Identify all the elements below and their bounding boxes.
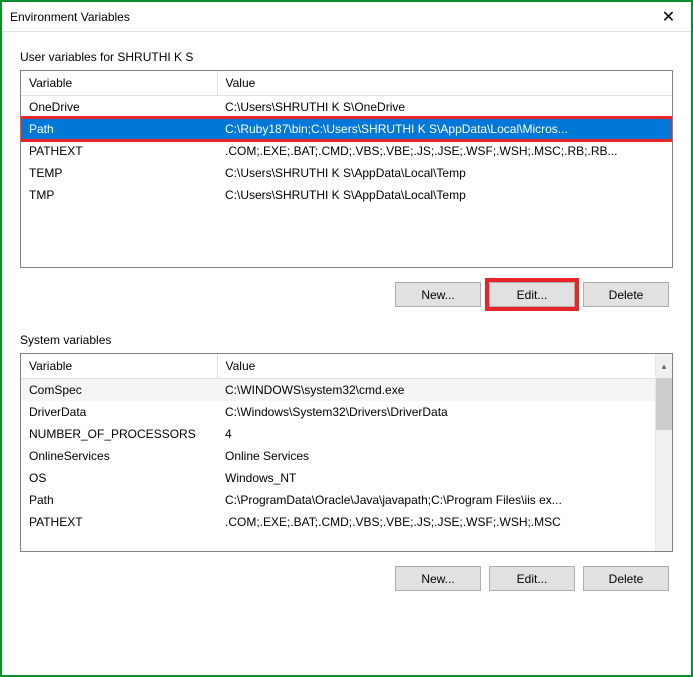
scrollbar-thumb[interactable] <box>656 378 672 430</box>
table-row[interactable]: TMP C:\Users\SHRUTHI K S\AppData\Local\T… <box>21 184 672 206</box>
table-row[interactable]: Path C:\Ruby187\bin;C:\Users\SHRUTHI K S… <box>21 118 672 140</box>
user-vars-table[interactable]: Variable Value OneDrive C:\Users\SHRUTHI… <box>20 70 673 268</box>
user-delete-button[interactable]: Delete <box>583 282 669 307</box>
table-row[interactable]: OneDrive C:\Users\SHRUTHI K S\OneDrive <box>21 95 672 118</box>
system-button-row: New... Edit... Delete <box>20 566 673 591</box>
table-row[interactable]: PATHEXT .COM;.EXE;.BAT;.CMD;.VBS;.VBE;.J… <box>21 511 672 533</box>
table-row[interactable]: OnlineServices Online Services <box>21 445 672 467</box>
col-header-value[interactable]: Value <box>217 354 672 378</box>
user-new-button[interactable]: New... <box>395 282 481 307</box>
dialog-content: User variables for SHRUTHI K S Variable … <box>2 32 691 601</box>
user-edit-button[interactable]: Edit... <box>489 282 575 307</box>
system-delete-button[interactable]: Delete <box>583 566 669 591</box>
user-vars-label: User variables for SHRUTHI K S <box>20 50 673 64</box>
user-table-header[interactable]: Variable Value <box>21 71 672 95</box>
system-vars-table[interactable]: Variable Value ComSpec C:\WINDOWS\system… <box>20 353 673 552</box>
table-row[interactable]: Path C:\ProgramData\Oracle\Java\javapath… <box>21 489 672 511</box>
system-new-button[interactable]: New... <box>395 566 481 591</box>
titlebar: Environment Variables ✕ <box>2 2 691 32</box>
table-row[interactable]: TEMP C:\Users\SHRUTHI K S\AppData\Local\… <box>21 162 672 184</box>
col-header-variable[interactable]: Variable <box>21 354 217 378</box>
system-vars-label: System variables <box>20 333 673 347</box>
system-edit-button[interactable]: Edit... <box>489 566 575 591</box>
table-row[interactable]: ComSpec C:\WINDOWS\system32\cmd.exe <box>21 379 672 401</box>
col-header-value[interactable]: Value <box>217 71 672 95</box>
table-row[interactable]: OS Windows_NT <box>21 467 672 489</box>
table-row[interactable]: PATHEXT .COM;.EXE;.BAT;.CMD;.VBS;.VBE;.J… <box>21 140 672 162</box>
window-title: Environment Variables <box>10 10 130 24</box>
user-button-row: New... Edit... Delete <box>20 282 673 307</box>
table-row[interactable]: NUMBER_OF_PROCESSORS 4 <box>21 423 672 445</box>
table-row[interactable]: DriverData C:\Windows\System32\Drivers\D… <box>21 401 672 423</box>
close-icon: ✕ <box>662 7 675 27</box>
col-header-variable[interactable]: Variable <box>21 71 217 95</box>
close-button[interactable]: ✕ <box>646 2 691 32</box>
system-section: System variables Variable Value <box>20 333 673 591</box>
scroll-up-icon[interactable]: ▴ <box>655 354 672 378</box>
scrollbar[interactable] <box>655 378 672 551</box>
system-table-header[interactable]: Variable Value <box>21 354 672 378</box>
